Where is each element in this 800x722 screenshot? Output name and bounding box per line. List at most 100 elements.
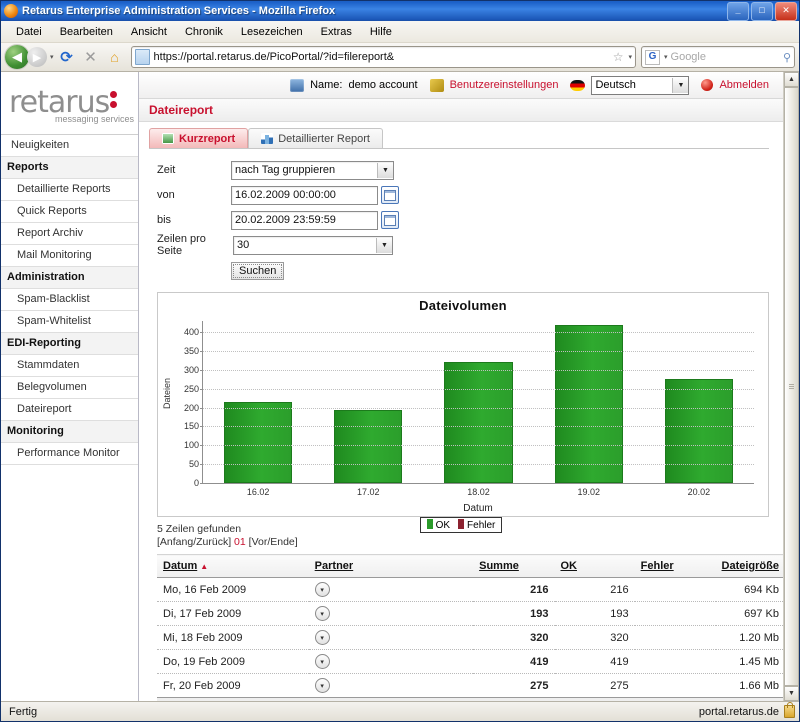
col-dateigroesse[interactable]: Dateigröße bbox=[716, 555, 783, 578]
chevron-down-icon[interactable]: ▼ bbox=[672, 78, 688, 93]
url-bar[interactable]: https://portal.retarus.de/PicoPortal/?id… bbox=[131, 46, 636, 68]
sidebar-item-performance-monitor[interactable]: Performance Monitor bbox=[1, 443, 138, 465]
zeit-select[interactable]: nach Tag gruppieren ▼ bbox=[231, 161, 394, 180]
bar-chart-icon bbox=[261, 133, 273, 144]
chart-bar[interactable] bbox=[665, 379, 733, 483]
report-tabs: Kurzreport Detaillierter Report bbox=[149, 128, 769, 149]
back-icon[interactable]: ◀ bbox=[5, 45, 29, 69]
col-ok[interactable]: OK bbox=[555, 555, 635, 578]
scrollbar-track[interactable] bbox=[784, 87, 799, 686]
scroll-up-icon[interactable]: ▲ bbox=[784, 72, 799, 87]
table-row[interactable]: Fr, 20 Feb 2009▾2752751.66 Mb bbox=[157, 674, 783, 698]
sidebar-item-spam-blacklist[interactable]: Spam-Blacklist bbox=[1, 289, 138, 311]
sidebar-item-stammdaten[interactable]: Stammdaten bbox=[1, 355, 138, 377]
google-icon[interactable]: G bbox=[645, 50, 660, 65]
stop-icon[interactable]: ✕ bbox=[80, 46, 102, 68]
sidebar-item-neuigkeiten[interactable]: Neuigkeiten bbox=[1, 135, 138, 157]
partner-expand-icon[interactable]: ▾ bbox=[315, 654, 330, 669]
maximize-button[interactable]: □ bbox=[751, 2, 773, 21]
menu-bearbeiten[interactable]: Bearbeiten bbox=[51, 24, 122, 40]
sidebar-item-belegvolumen[interactable]: Belegvolumen bbox=[1, 377, 138, 399]
chart-bar[interactable] bbox=[555, 325, 623, 483]
chevron-down-icon[interactable]: ▼ bbox=[376, 238, 392, 253]
sidebar-item-dateireport[interactable]: Dateireport bbox=[1, 399, 138, 421]
chart-y-tickmark bbox=[200, 426, 203, 427]
von-input[interactable]: 16.02.2009 00:00:00 bbox=[231, 186, 378, 205]
lock-icon bbox=[784, 705, 795, 718]
chart-y-tick: 50 bbox=[189, 459, 199, 469]
chart-y-tickmark bbox=[200, 464, 203, 465]
totals-label: Gesamtsummen: bbox=[309, 698, 473, 702]
menu-datei[interactable]: Datei bbox=[7, 24, 51, 40]
table-row[interactable]: Di, 17 Feb 2009▾193193697 Kb bbox=[157, 602, 783, 626]
language-select[interactable]: Deutsch ▼ bbox=[591, 76, 689, 95]
cell-dateigroesse: 697 Kb bbox=[716, 602, 783, 626]
search-engine-dropdown-icon[interactable]: ▾ bbox=[664, 53, 668, 61]
totals-fehler bbox=[635, 698, 716, 702]
chart-gridline bbox=[203, 445, 754, 446]
col-summe[interactable]: Summe bbox=[473, 555, 554, 578]
chart-gridline bbox=[203, 351, 754, 352]
forward-icon[interactable]: ▶ bbox=[27, 47, 47, 67]
table-row[interactable]: Mi, 18 Feb 2009▾3203201.20 Mb bbox=[157, 626, 783, 650]
col-fehler[interactable]: Fehler bbox=[635, 555, 716, 578]
tab-detaillierter-report[interactable]: Detaillierter Report bbox=[248, 128, 383, 148]
logout-icon bbox=[701, 79, 713, 91]
navigation-toolbar: ◀ ▶ ▾ ⟳ ✕ ⌂ https://portal.retarus.de/Pi… bbox=[1, 43, 799, 72]
search-bar[interactable]: G ▾ Google ⚲ bbox=[641, 46, 795, 68]
scrollbar-thumb[interactable] bbox=[784, 87, 799, 686]
search-input[interactable]: Google bbox=[671, 51, 780, 63]
menu-ansicht[interactable]: Ansicht bbox=[122, 24, 176, 40]
pager-next[interactable]: [Vor/Ende] bbox=[249, 536, 298, 548]
chart-bar[interactable] bbox=[224, 402, 292, 483]
user-settings-link[interactable]: Benutzereinstellungen bbox=[450, 79, 559, 91]
user-name-value: demo account bbox=[348, 79, 417, 91]
cell-fehler bbox=[635, 602, 716, 626]
logout-link[interactable]: Abmelden bbox=[719, 79, 769, 91]
sidebar-item-detaillierte-reports[interactable]: Detaillierte Reports bbox=[1, 179, 138, 201]
col-datum[interactable]: Datum▲ bbox=[157, 555, 309, 578]
page-favicon-icon bbox=[135, 49, 150, 65]
chevron-down-icon[interactable]: ▾ bbox=[50, 53, 54, 61]
chevron-down-icon[interactable]: ▼ bbox=[377, 163, 393, 178]
reload-icon[interactable]: ⟳ bbox=[56, 46, 78, 68]
tab-detaillierter-report-label: Detaillierter Report bbox=[278, 133, 370, 145]
partner-expand-icon[interactable]: ▾ bbox=[315, 630, 330, 645]
tab-kurzreport[interactable]: Kurzreport bbox=[149, 128, 248, 148]
menu-hilfe[interactable]: Hilfe bbox=[361, 24, 401, 40]
calendar-icon-von[interactable] bbox=[381, 186, 399, 204]
partner-expand-icon[interactable]: ▾ bbox=[315, 678, 330, 693]
menu-chronik[interactable]: Chronik bbox=[176, 24, 232, 40]
home-icon[interactable]: ⌂ bbox=[104, 46, 126, 68]
close-button[interactable]: ✕ bbox=[775, 2, 797, 21]
partner-expand-icon[interactable]: ▾ bbox=[315, 606, 330, 621]
table-row[interactable]: Mo, 16 Feb 2009▾216216694 Kb bbox=[157, 578, 783, 602]
bookmark-star-icon[interactable]: ☆ bbox=[613, 50, 624, 64]
chart-title: Dateivolumen bbox=[158, 293, 768, 313]
url-input[interactable]: https://portal.retarus.de/PicoPortal/?id… bbox=[154, 51, 609, 63]
table-row[interactable]: Do, 19 Feb 2009▾4194191.45 Mb bbox=[157, 650, 783, 674]
search-icon[interactable]: ⚲ bbox=[783, 51, 791, 64]
chart-bar[interactable] bbox=[334, 410, 402, 483]
page-scrollbar[interactable]: ▲ ▼ bbox=[783, 72, 799, 701]
col-partner[interactable]: Partner bbox=[309, 555, 473, 578]
pager-prev[interactable]: [Anfang/Zurück] bbox=[157, 536, 231, 548]
url-dropdown-icon[interactable]: ▾ bbox=[628, 53, 632, 61]
menu-lesezeichen[interactable]: Lesezeichen bbox=[232, 24, 312, 40]
partner-expand-icon[interactable]: ▾ bbox=[315, 582, 330, 597]
sidebar-item-quick-reports[interactable]: Quick Reports bbox=[1, 201, 138, 223]
calendar-icon-bis[interactable] bbox=[381, 211, 399, 229]
cell-fehler bbox=[635, 626, 716, 650]
form-row-zeit: Zeit nach Tag gruppieren ▼ bbox=[157, 159, 769, 181]
language-value: Deutsch bbox=[595, 79, 635, 91]
filter-form: Zeit nach Tag gruppieren ▼ von 16.02.200… bbox=[149, 149, 769, 284]
rows-select[interactable]: 30 ▼ bbox=[233, 236, 393, 255]
minimize-button[interactable]: _ bbox=[727, 2, 749, 21]
sidebar-item-report-archiv[interactable]: Report Archiv bbox=[1, 223, 138, 245]
sidebar-item-mail-monitoring[interactable]: Mail Monitoring bbox=[1, 245, 138, 267]
bis-input[interactable]: 20.02.2009 23:59:59 bbox=[231, 211, 378, 230]
scroll-down-icon[interactable]: ▼ bbox=[784, 686, 799, 701]
menu-extras[interactable]: Extras bbox=[312, 24, 361, 40]
sidebar-item-spam-whitelist[interactable]: Spam-Whitelist bbox=[1, 311, 138, 333]
search-button[interactable]: Suchen bbox=[231, 262, 284, 280]
